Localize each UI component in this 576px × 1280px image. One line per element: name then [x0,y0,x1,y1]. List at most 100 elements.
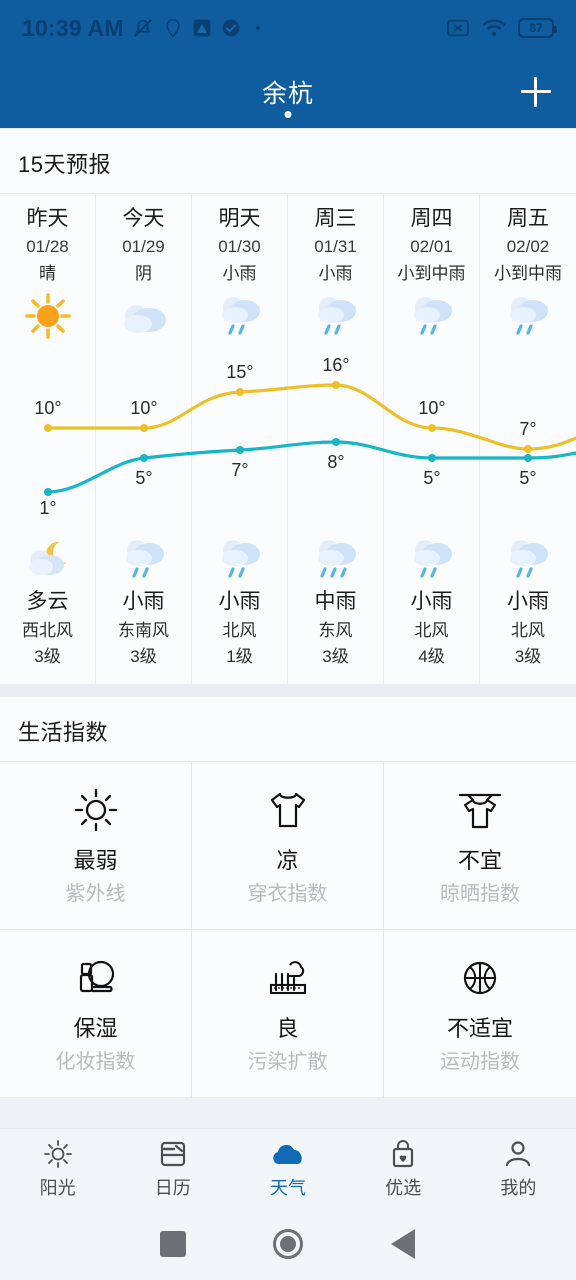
section-gap [0,684,576,697]
high-temp-label: 16° [322,355,349,375]
wind-direction-label: 北风 [222,621,257,640]
wind-direction-label: 西北风 [22,621,73,640]
temperature-chart[interactable]: 10° 10° 15° 16° 10° 7° 1° 5° 7° 8° 5° 5° [0,342,576,532]
forecast-day-column[interactable]: 明天 01/30 小雨 [192,194,288,342]
rain-light-icon [308,290,364,342]
forecast-date-label: 01/31 [314,237,357,256]
forecast-condition-label: 小到中雨 [397,264,466,283]
rain-light-icon [212,290,268,342]
rain-light-icon [404,532,460,586]
forecast-night-column[interactable]: 小雨 北风 1级 [192,532,288,684]
nav-label: 我的 [500,1178,537,1198]
status-bar: 10:39 AM 87 [0,0,576,56]
high-temp-label: 7° [519,419,536,439]
nav-item-weather[interactable]: 天气 [230,1137,345,1200]
life-index-item-dressing[interactable]: 凉 穿衣指数 [192,762,384,930]
forecast-night-column[interactable]: 小雨 北风 4级 [384,532,480,684]
nav-label: 阳光 [39,1178,76,1198]
home-circle-icon[interactable] [230,1229,345,1259]
life-index-name: 化妆指数 [55,1050,136,1073]
nav-item-sunshine[interactable]: 阳光 [0,1137,115,1200]
low-temp-label: 5° [423,468,440,488]
battery-level-label: 87 [529,21,543,35]
low-temp-label: 5° [519,468,536,488]
tshirt-icon [262,782,314,838]
forecast-date-label: 01/28 [26,237,69,256]
cloud-icon [116,290,172,342]
life-index-item-makeup[interactable]: 保湿 化妆指数 [0,930,192,1098]
back-triangle-icon[interactable] [346,1229,461,1259]
wind-level-label: 3级 [514,647,542,666]
calendar-icon [157,1137,189,1171]
life-index-name: 晾晒指数 [440,882,520,905]
forecast-day-header-row[interactable]: 昨天 01/28 晴 今天 01/29 阴 明天 01/30 小雨 周三 01/… [0,193,576,342]
rain-light-icon [500,532,556,586]
wind-level-label: 1级 [226,647,253,666]
cosmetics-icon [70,950,122,1006]
life-index-value: 良 [276,1015,299,1041]
life-index-item-sport[interactable]: 不适宜 运动指数 [384,930,576,1098]
check-circle-icon [222,19,240,37]
wind-level-label: 4级 [418,647,445,666]
night-condition-label: 小雨 [122,590,165,613]
factory-icon [262,950,314,1006]
forecast-day-column[interactable]: 周五 02/02 小到中雨 [480,194,576,342]
nav-label: 天气 [270,1178,306,1198]
mute-icon [133,19,152,37]
forecast-day-column[interactable]: 今天 01/29 阴 [96,194,192,342]
rain-mid-icon [308,532,364,586]
forecast-day-column[interactable]: 周四 02/01 小到中雨 [384,194,480,342]
forecast-condition-label: 小雨 [222,264,257,283]
add-city-button[interactable] [518,74,554,110]
night-condition-label: 小雨 [410,590,453,613]
nav-item-profile[interactable]: 我的 [461,1137,576,1200]
rain-light-icon [212,532,268,586]
nav-label: 日历 [154,1178,191,1198]
wind-level-label: 3级 [34,647,61,666]
weather-app-screen: 10:39 AM 87 余杭 15天预报 昨天 01/28 晴 今天 01/29… [0,0,576,1280]
system-navigation-bar [0,1208,576,1280]
rain-light-icon [500,290,556,342]
nav-item-shop[interactable]: 优选 [346,1137,461,1200]
scroll-content[interactable]: 15天预报 昨天 01/28 晴 今天 01/29 阴 明天 01/30 小雨 … [0,128,576,1128]
forecast-day-label: 周五 [507,207,549,230]
recents-square-icon[interactable] [115,1231,230,1257]
forecast-date-label: 02/01 [410,237,453,256]
forecast-date-label: 01/29 [122,237,165,256]
dot-icon [255,26,260,30]
life-index-item-uv[interactable]: 最弱 紫外线 [0,762,192,930]
night-condition-label: 中雨 [314,590,357,613]
bottom-navigation-bar: 阳光 日历 天气 优选 我的 [0,1128,576,1208]
high-temp-label: 15° [226,362,253,382]
rain-light-icon [404,290,460,342]
forecast-day-label: 周三 [314,207,357,230]
forecast-date-label: 01/30 [218,237,261,256]
high-temp-label: 10° [418,398,445,418]
life-index-item-pollution[interactable]: 良 污染扩散 [192,930,384,1098]
low-temp-label: 5° [135,468,152,488]
rain-light-icon [116,532,172,586]
status-bar-clock: 10:39 AM [22,14,124,41]
status-bar-notification-icons [132,17,260,39]
high-temp-points [44,381,532,453]
nav-item-calendar[interactable]: 日历 [115,1137,230,1200]
forecast-night-column[interactable]: 小雨 北风 3级 [480,532,576,684]
cloud-filled-icon [269,1137,307,1171]
night-condition-label: 小雨 [218,590,261,613]
forecast-night-column[interactable]: 中雨 东风 3级 [288,532,384,684]
chart-svg: 10° 10° 15° 16° 10° 7° 1° 5° 7° 8° 5° 5° [34,355,576,518]
life-index-value: 不宜 [457,847,502,873]
forecast-day-column[interactable]: 昨天 01/28 晴 [0,194,96,342]
wind-direction-label: 北风 [511,621,545,640]
forecast-day-column[interactable]: 周三 01/31 小雨 [288,194,384,342]
forecast-night-row[interactable]: 多云 西北风 3级 小雨 东南风 3级 小雨 北风 1级 中雨 东风 3级 小雨… [0,532,576,684]
forecast-night-column[interactable]: 多云 西北风 3级 [0,532,96,684]
life-index-value: 凉 [276,847,299,873]
life-index-item-drying[interactable]: 不宜 晾晒指数 [384,762,576,930]
forecast-night-column[interactable]: 小雨 东南风 3级 [96,532,192,684]
person-icon [502,1137,534,1171]
life-index-name: 紫外线 [65,882,126,905]
location-icon [166,18,180,38]
wind-direction-label: 东风 [318,621,353,640]
forecast-condition-label: 小雨 [318,264,353,283]
